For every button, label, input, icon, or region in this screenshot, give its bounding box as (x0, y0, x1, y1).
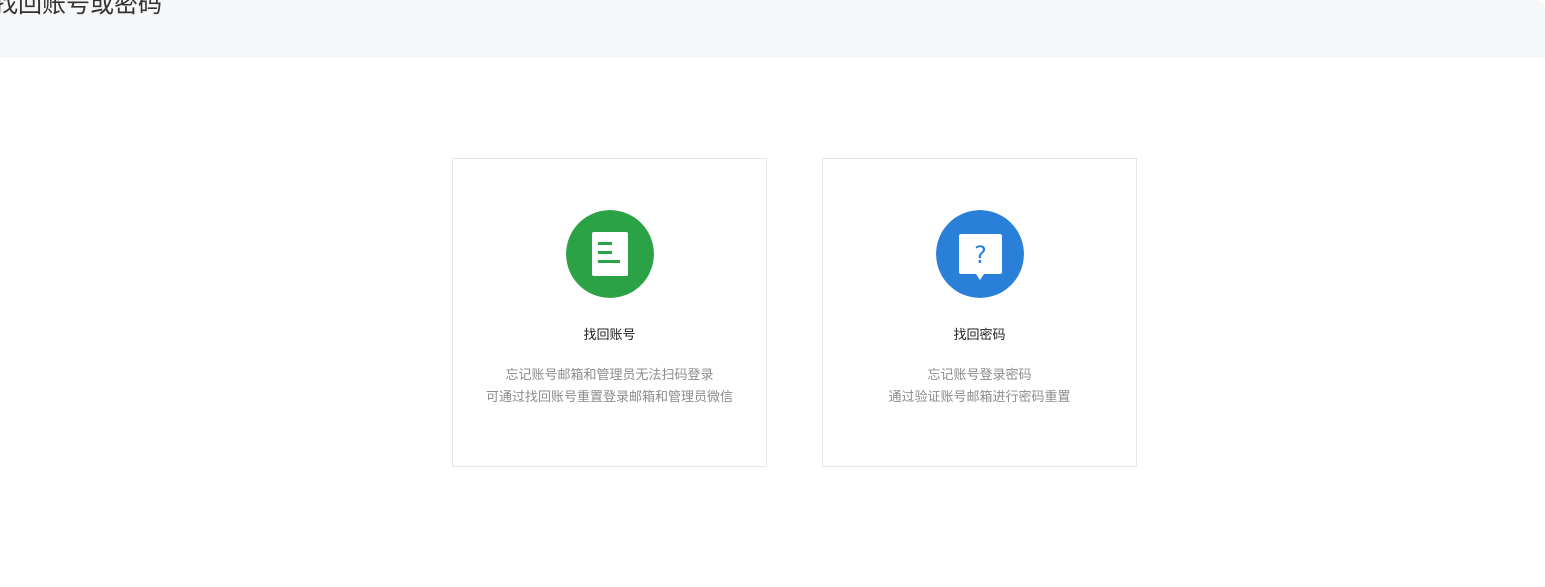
card-title: 找回密码 (953, 328, 1006, 343)
page-title: 找回账号或密码 (0, 0, 162, 18)
recovery-page: 找回账号或密码 找回账号 忘记账号邮箱和管理员无法扫码登录 可通过找回账号重置登… (0, 0, 1545, 587)
svg-text:?: ? (974, 241, 987, 269)
document-icon (566, 210, 654, 298)
card-title: 找回账号 (583, 328, 636, 343)
card-description-line: 忘记账号登录密码 (927, 368, 1032, 383)
recover-password-card[interactable]: ? 找回密码 忘记账号登录密码 通过验证账号邮箱进行密码重置 (822, 158, 1137, 467)
header-bar: 找回账号或密码 (0, 0, 1545, 58)
card-description-line: 通过验证账号邮箱进行密码重置 (888, 390, 1071, 405)
recover-account-card[interactable]: 找回账号 忘记账号邮箱和管理员无法扫码登录 可通过找回账号重置登录邮箱和管理员微… (452, 158, 767, 467)
question-bubble-icon: ? (936, 210, 1024, 298)
card-description: 忘记账号登录密码 通过验证账号邮箱进行密码重置 (823, 365, 1136, 409)
card-description: 忘记账号邮箱和管理员无法扫码登录 可通过找回账号重置登录邮箱和管理员微信 (453, 365, 766, 409)
card-description-line: 可通过找回账号重置登录邮箱和管理员微信 (485, 390, 733, 405)
card-description-line: 忘记账号邮箱和管理员无法扫码登录 (505, 368, 714, 383)
